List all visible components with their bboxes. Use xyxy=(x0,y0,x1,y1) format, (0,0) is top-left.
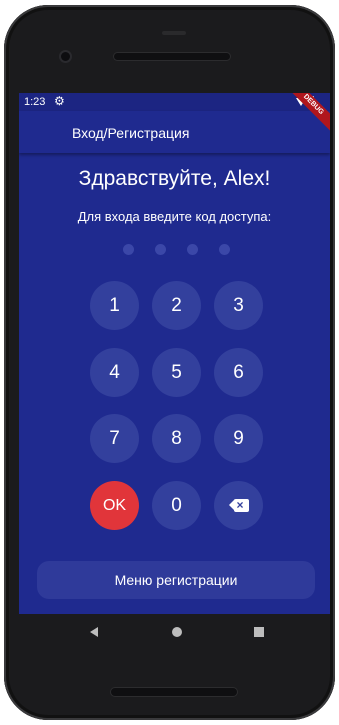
pin-dot xyxy=(187,244,198,255)
app-screen: 1:23 ⚙ Вход/Регистрация DEBUG Здравствуй… xyxy=(19,93,330,614)
app-bar: Вход/Регистрация xyxy=(19,111,330,153)
key-5[interactable]: 5 xyxy=(152,348,201,397)
backspace-button[interactable]: × xyxy=(214,481,263,530)
registration-menu-button[interactable]: Меню регистрации xyxy=(37,561,315,599)
key-1[interactable]: 1 xyxy=(90,281,139,330)
status-time: 1:23 xyxy=(24,96,46,108)
back-triangle-icon[interactable] xyxy=(90,627,98,637)
earpiece-speaker xyxy=(114,53,230,60)
greeting-text: Здравствуйте, Alex! xyxy=(78,167,271,190)
phone-top-bezel xyxy=(4,5,335,95)
key-6[interactable]: 6 xyxy=(214,348,263,397)
ok-button[interactable]: OK xyxy=(90,481,139,530)
bottom-speaker xyxy=(111,688,237,696)
recents-square-icon[interactable] xyxy=(254,627,264,637)
system-nav-bar xyxy=(19,614,330,652)
key-3[interactable]: 3 xyxy=(214,281,263,330)
page-title: Вход/Регистрация xyxy=(72,125,190,141)
key-2[interactable]: 2 xyxy=(152,281,201,330)
key-9[interactable]: 9 xyxy=(214,414,263,463)
pin-dot xyxy=(123,244,134,255)
status-bar: 1:23 ⚙ xyxy=(19,93,330,111)
pin-dot xyxy=(219,244,230,255)
key-0[interactable]: 0 xyxy=(152,481,201,530)
key-4[interactable]: 4 xyxy=(90,348,139,397)
key-7[interactable]: 7 xyxy=(90,414,139,463)
gear-icon: ⚙ xyxy=(54,94,65,108)
key-8[interactable]: 8 xyxy=(152,414,201,463)
home-circle-icon[interactable] xyxy=(172,627,182,637)
pin-prompt: Для входа введите код доступа: xyxy=(77,209,272,224)
backspace-icon: × xyxy=(228,498,249,512)
pin-indicator xyxy=(123,244,233,256)
proximity-sensor xyxy=(162,31,186,35)
front-camera-icon xyxy=(61,52,70,61)
pin-dot xyxy=(155,244,166,255)
